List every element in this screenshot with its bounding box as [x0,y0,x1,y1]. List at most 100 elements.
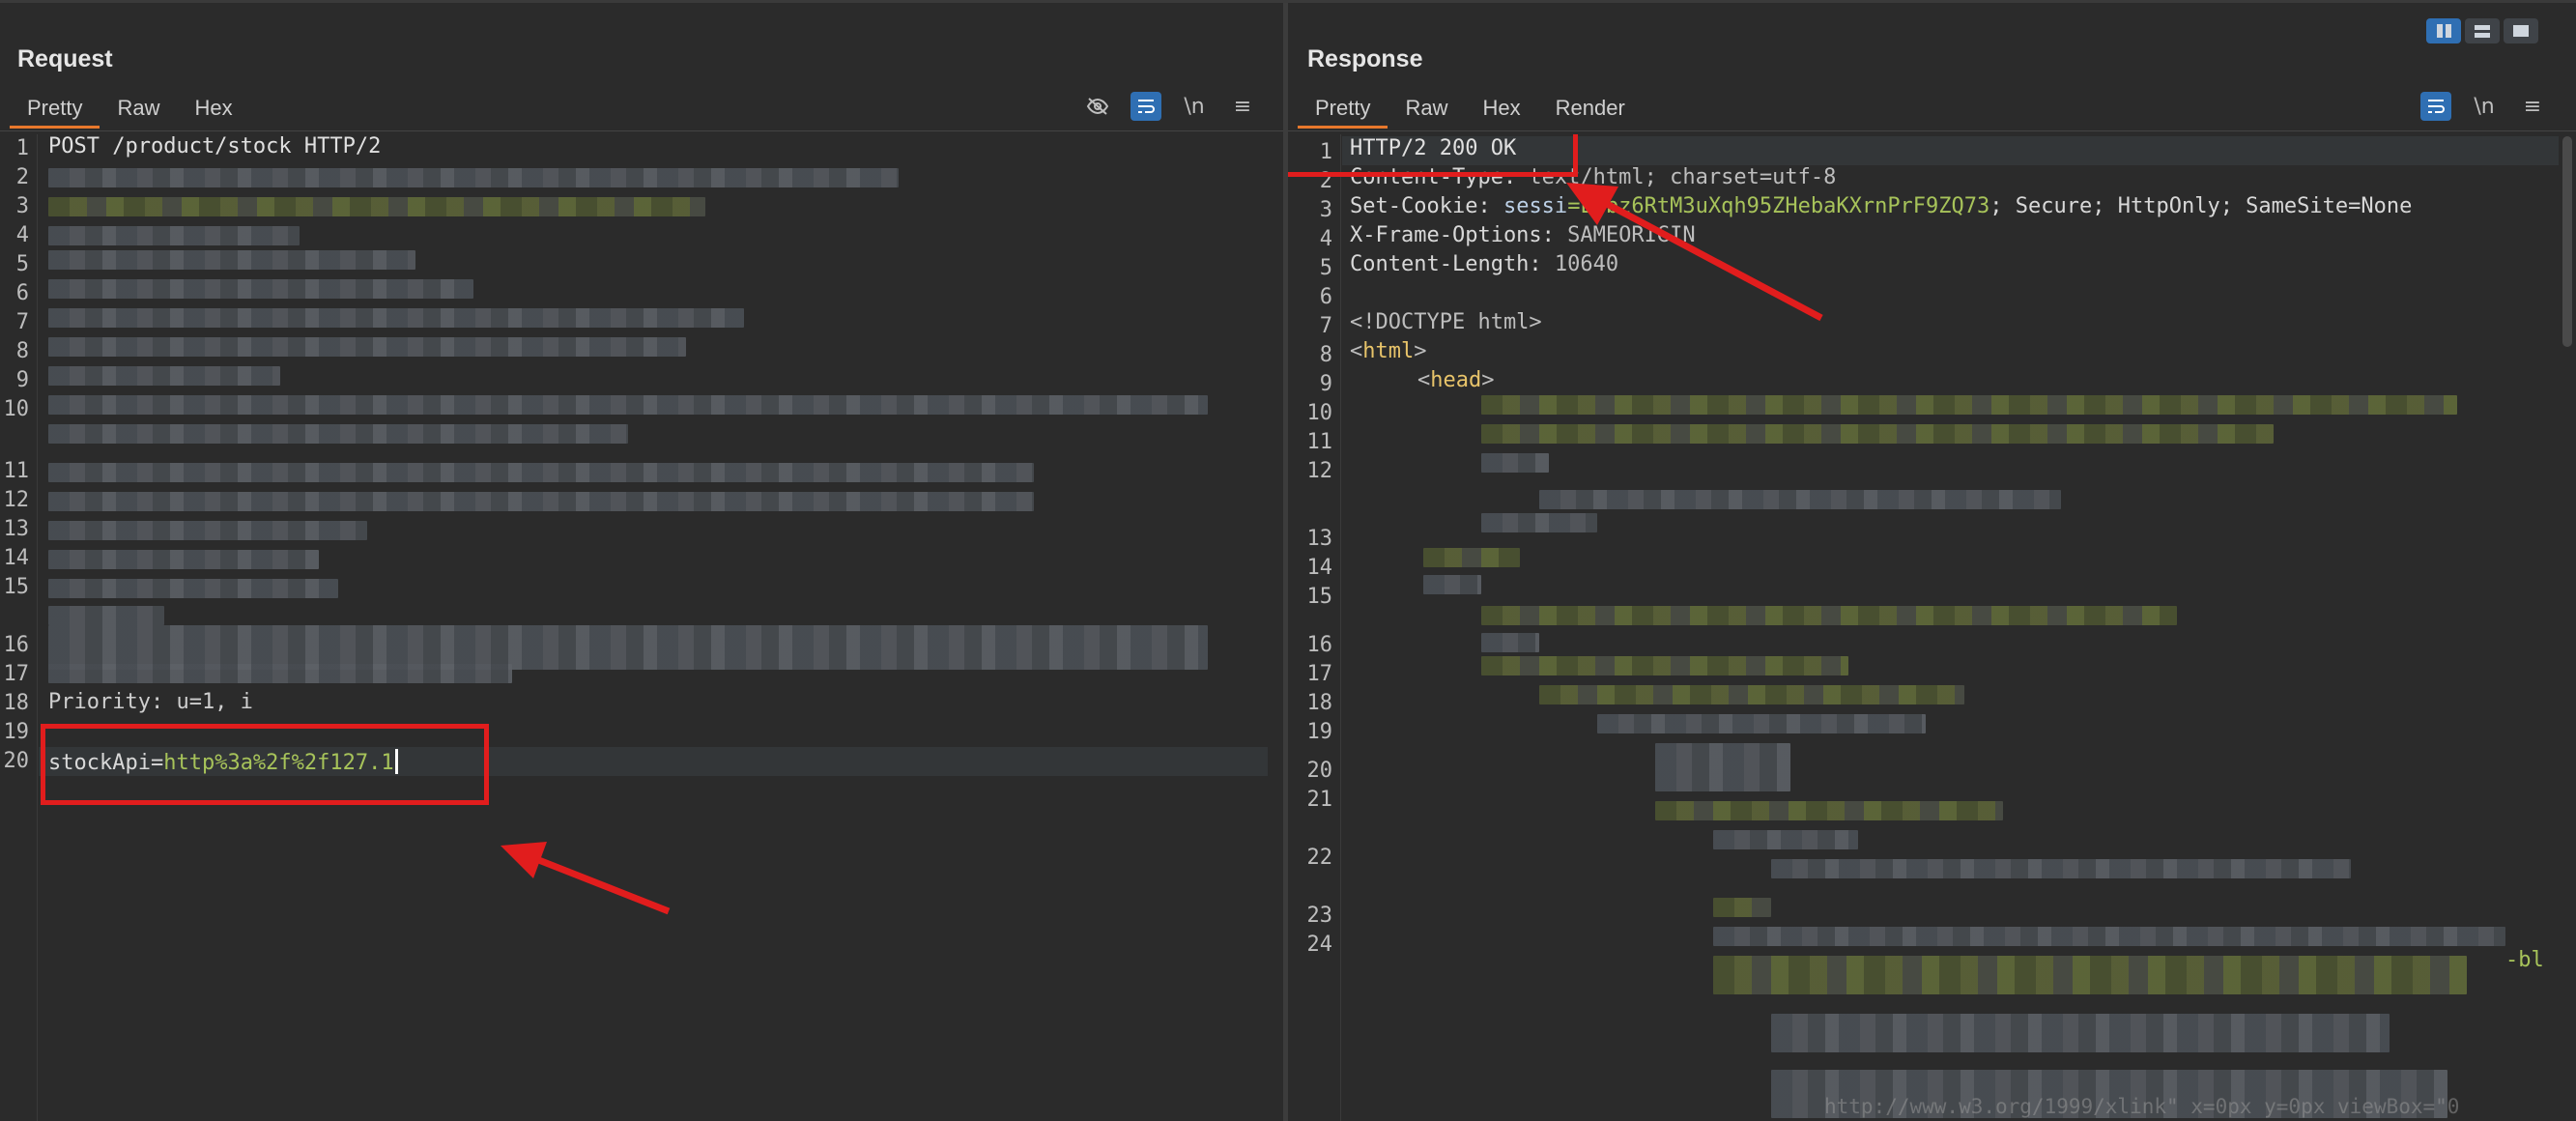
line-number: 20 [3,749,30,773]
attr-value-tail: -bl [2505,948,2544,972]
redacted-text [1481,633,1539,652]
redacted-text [48,664,512,683]
tag-name: html [1362,339,1415,363]
request-tab-hex[interactable]: Hex [177,88,249,127]
request-toolbar: \n ≡ [1082,92,1258,121]
line-number: 21 [1306,788,1333,812]
redacted-text [1597,714,1926,733]
line-number: 4 [1319,227,1332,251]
line-number: 16 [3,633,30,657]
line-number: 22 [1306,846,1333,870]
cookie-attributes: ; Secure; HttpOnly; SameSite=None [1989,194,2413,218]
line-number: 13 [1306,527,1333,551]
response-line-22-tail: -bl [2505,948,2544,972]
redacted-text [48,492,1034,511]
newline-toggle[interactable]: \n [1179,92,1210,121]
header-name: Content-Length: [1350,252,1542,276]
redacted-text [48,226,300,245]
header-name: X-Frame-Options: [1350,223,1555,247]
redacted-text [48,395,1208,415]
redacted-text [48,197,705,216]
request-line-18: Priority: u=1, i [48,690,253,714]
line-number: 23 [1306,904,1333,928]
response-tab-raw[interactable]: Raw [1388,88,1465,127]
wrap-icon[interactable] [1131,92,1161,121]
redacted-text [1481,606,2177,625]
redacted-text [1655,801,2003,820]
line-number: 14 [1306,556,1333,580]
redacted-text [48,366,280,386]
menu-icon[interactable]: ≡ [2517,92,2548,121]
response-line-7: <!DOCTYPE html> [1350,310,1542,334]
response-toolbar: \n ≡ [2420,92,2548,121]
response-tab-render[interactable]: Render [1538,88,1643,127]
redacted-text [1481,424,2274,444]
redacted-text [48,606,164,625]
redacted-text [48,337,686,357]
tag-bracket: < [1417,368,1431,392]
request-tab-raw[interactable]: Raw [100,88,177,127]
redacted-text [48,550,319,569]
highlight-box-request-param [41,724,489,805]
response-tab-hex[interactable]: Hex [1465,88,1537,127]
line-number: 18 [3,691,30,715]
response-pane: Response Pretty Raw Hex Render \n ≡ 12 3 4… [1288,3,2576,1121]
redacted-text [1539,685,1964,704]
split-vertical-icon[interactable] [2426,18,2461,43]
line-number: 17 [1306,662,1333,686]
split-horizontal-icon[interactable] [2465,18,2500,43]
tag-name: head [1430,368,1482,392]
response-tab-divider [1288,130,2576,131]
redacted-text [48,521,367,540]
tag-bracket: > [1414,339,1427,363]
single-pane-icon[interactable] [2504,18,2538,43]
line-number: 6 [1319,285,1332,309]
layout-switcher [2426,18,2538,43]
line-number: 11 [1306,430,1333,454]
line-number: 20 [1306,759,1333,783]
newline-toggle[interactable]: \n [2469,92,2500,121]
response-line-3: Set-Cookie: sessi=LCbz6RtM3uXqh95ZHebaKX… [1350,194,2412,218]
redacted-text [1423,575,1481,594]
request-pane: Request Pretty Raw Hex \n ≡ 1 2 3 4 5 6 7 8 9 10 1… [0,3,1283,1121]
redacted-text [48,250,415,270]
redacted-text [1771,1014,2390,1052]
line-number: 3 [1319,198,1332,222]
response-line-8: <html> [1350,339,1426,363]
response-line-9: <head> [1417,368,1494,392]
redacted-text [48,579,338,598]
line-number: 13 [3,517,30,541]
tag-bracket: < [1350,339,1363,363]
wrap-icon[interactable] [2420,92,2451,121]
line-number: 12 [3,488,30,512]
redacted-text [48,463,1034,482]
arrow-annotation-response [1566,183,1823,322]
line-number: 10 [3,397,30,421]
line-number: 7 [1319,314,1332,338]
request-tab-pretty[interactable]: Pretty [10,88,100,129]
line-number: 2 [15,165,29,189]
line-number: 8 [1319,343,1332,367]
menu-icon[interactable]: ≡ [1227,92,1258,121]
request-line-1: POST /product/stock HTTP/2 [48,134,382,158]
tag-bracket: > [1481,368,1495,392]
line-number: 15 [1306,585,1333,609]
redacted-text [1713,898,1771,917]
eye-off-icon[interactable] [1082,92,1113,121]
line-number: 1 [15,136,29,160]
line-number: 19 [1306,720,1333,744]
line-number: 14 [3,546,30,570]
redacted-text [1423,548,1520,567]
redacted-text [48,308,744,328]
line-number: 5 [1319,256,1332,280]
response-editor[interactable]: 1 2 3 4 5 6 7 8 9 10 11 12 13 14 15 16 17 18 19 20 21 22 23 24 … [1288,134,2576,1121]
redacted-text [1481,453,1549,473]
response-tab-pretty[interactable]: Pretty [1298,88,1388,129]
line-number: 8 [15,339,29,363]
line-number: 16 [1306,633,1333,657]
redacted-text [1481,395,2457,415]
vertical-scrollbar[interactable] [2562,136,2572,347]
request-editor[interactable]: 1 2 3 4 5 6 7 8 9 10 11 12 13 14 15 16 17 18 19 20 POST /pr… [0,134,1283,1121]
line-number: 7 [15,310,29,334]
line-number: 12 [1306,459,1333,483]
